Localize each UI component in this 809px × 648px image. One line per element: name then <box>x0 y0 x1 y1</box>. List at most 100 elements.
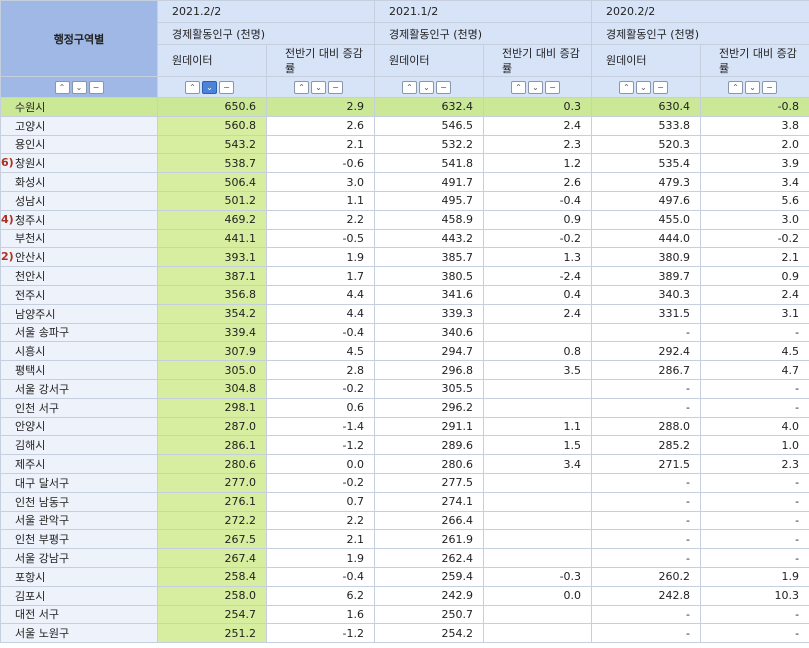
rate-value-cell: - <box>700 529 809 550</box>
table-row[interactable]: 인천 남동구 276.1 0.7 274.1 - - <box>0 491 809 512</box>
sort-down-icon[interactable]: ⌄ <box>311 80 326 94</box>
sort-down-icon[interactable]: ⌄ <box>636 80 652 94</box>
raw-value-cell: 546.5 <box>374 115 485 136</box>
sort-up-icon[interactable]: ⌃ <box>185 80 200 94</box>
table-row[interactable]: 2) 안산시 393.1 1.9 385.7 1.3 380.9 2.1 <box>0 247 809 268</box>
sort-up-icon[interactable]: ⌃ <box>728 80 744 94</box>
table-row[interactable]: 시흥시 307.9 4.5 294.7 0.8 292.4 4.5 <box>0 341 809 362</box>
region-name-cell: 2) 안산시 <box>0 247 158 268</box>
raw-value-cell: - <box>591 548 702 568</box>
rate-value-cell: 5.6 <box>700 190 809 211</box>
rate-value-cell: -0.2 <box>483 228 593 249</box>
rate-col-header-2: 전반기 대비 증감률 <box>483 44 593 77</box>
sort-up-icon[interactable]: ⌃ <box>54 80 70 94</box>
raw-value-cell: 288.0 <box>591 416 702 437</box>
rate-col-header-3: 전반기 대비 증감률 <box>700 44 809 77</box>
remove-icon[interactable]: − <box>219 80 234 94</box>
rate-value-cell: 2.1 <box>265 134 376 155</box>
rate-value-cell: 3.1 <box>700 303 809 324</box>
col3-sort-controls: ⌃ ⌄ − <box>374 76 485 98</box>
table-row[interactable]: 서울 강서구 304.8 -0.2 305.5 - - <box>0 378 809 399</box>
table-row[interactable]: 6) 창원시 538.7 -0.6 541.8 1.2 535.4 3.9 <box>0 153 809 174</box>
table-row[interactable]: 남양주시 354.2 4.4 339.3 2.4 331.5 3.1 <box>0 303 809 324</box>
raw-value-cell: 650.6 <box>157 97 267 117</box>
raw-value-cell: 501.2 <box>157 190 267 211</box>
remove-icon[interactable]: − <box>436 80 452 94</box>
raw-value-cell: 307.9 <box>157 341 267 362</box>
table-row[interactable]: 고양시 560.8 2.6 546.5 2.4 533.8 3.8 <box>0 115 809 136</box>
table-row[interactable]: 인천 서구 298.1 0.6 296.2 - - <box>0 397 809 418</box>
raw-value-cell: - <box>591 322 702 343</box>
sort-down-icon[interactable]: ⌄ <box>202 80 217 94</box>
sort-up-icon[interactable]: ⌃ <box>511 80 527 94</box>
remove-icon[interactable]: − <box>762 80 778 94</box>
period-header-1: 2021.2/2 <box>156 0 376 23</box>
rate-value-cell: -0.4 <box>265 566 376 587</box>
raw-value-cell: 340.6 <box>374 322 485 343</box>
table-row[interactable]: 천안시 387.1 1.7 380.5 -2.4 389.7 0.9 <box>0 266 809 286</box>
table-row[interactable]: 포항시 258.4 -0.4 259.4 -0.3 260.2 1.9 <box>0 566 809 587</box>
rate-value-cell: 1.3 <box>483 247 593 268</box>
rate-value-cell: 0.0 <box>483 585 593 606</box>
remove-icon[interactable]: − <box>328 80 343 94</box>
remove-icon[interactable]: − <box>653 80 669 94</box>
table-row[interactable]: 수원시 650.6 2.9 632.4 0.3 630.4 -0.8 <box>0 97 809 117</box>
region-name-cell: 남양주시 <box>0 303 158 324</box>
rate-value-cell: 6.2 <box>265 585 376 606</box>
sort-up-icon[interactable]: ⌃ <box>402 80 418 94</box>
raw-value-cell: 479.3 <box>591 172 702 192</box>
sort-down-icon[interactable]: ⌄ <box>419 80 435 94</box>
rate-value-cell: 2.6 <box>265 115 376 136</box>
table-row[interactable]: 안양시 287.0 -1.4 291.1 1.1 288.0 4.0 <box>0 416 809 437</box>
sort-down-icon[interactable]: ⌄ <box>71 80 87 94</box>
remove-icon[interactable]: − <box>88 80 104 94</box>
col5-sort-controls: ⌃ ⌄ − <box>591 76 702 98</box>
table-row[interactable]: 인천 부평구 267.5 2.1 261.9 - - <box>0 529 809 550</box>
table-row[interactable]: 김해시 286.1 -1.2 289.6 1.5 285.2 1.0 <box>0 435 809 456</box>
rate-value-cell: 4.5 <box>265 341 376 362</box>
sort-down-icon[interactable]: ⌄ <box>528 80 544 94</box>
table-row[interactable]: 대구 달서구 277.0 -0.2 277.5 - - <box>0 472 809 493</box>
footnote-marker: 2) <box>1 250 14 264</box>
sort-up-icon[interactable]: ⌃ <box>294 80 309 94</box>
table-row[interactable]: 김포시 258.0 6.2 242.9 0.0 242.8 10.3 <box>0 585 809 606</box>
indicator-header-1: 경제활동인구 (천명) <box>156 22 376 45</box>
table-row[interactable]: 부천시 441.1 -0.5 443.2 -0.2 444.0 -0.2 <box>0 228 809 249</box>
table-row[interactable]: 서울 관악구 272.2 2.2 266.4 - - <box>0 510 809 531</box>
region-name: 고양시 <box>15 119 46 133</box>
remove-icon[interactable]: − <box>545 80 561 94</box>
rate-value-cell: 4.5 <box>700 341 809 362</box>
region-name-cell: 인천 부평구 <box>0 529 158 550</box>
col6-sort-controls: ⌃ ⌄ − <box>700 76 809 98</box>
table-row[interactable]: 전주시 356.8 4.4 341.6 0.4 340.3 2.4 <box>0 284 809 305</box>
table-row[interactable]: 평택시 305.0 2.8 296.8 3.5 286.7 4.7 <box>0 360 809 380</box>
table-row[interactable]: 용인시 543.2 2.1 532.2 2.3 520.3 2.0 <box>0 134 809 155</box>
rate-value-cell <box>483 548 593 568</box>
col2-sort-controls: ⌃ ⌄ − <box>265 76 376 98</box>
table-row[interactable]: 성남시 501.2 1.1 495.7 -0.4 497.6 5.6 <box>0 190 809 211</box>
raw-value-cell: - <box>591 472 702 493</box>
region-name-cell: 서울 강남구 <box>0 548 158 568</box>
rate-value-cell: 2.4 <box>483 115 593 136</box>
table-row[interactable]: 화성시 506.4 3.0 491.7 2.6 479.3 3.4 <box>0 172 809 192</box>
raw-value-cell: 506.4 <box>157 172 267 192</box>
region-name: 서울 관악구 <box>15 514 70 528</box>
raw-value-cell: 339.4 <box>157 322 267 343</box>
region-name: 전주시 <box>15 288 46 302</box>
raw-value-cell: 444.0 <box>591 228 702 249</box>
table-row[interactable]: 서울 송파구 339.4 -0.4 340.6 - - <box>0 322 809 343</box>
sort-up-icon[interactable]: ⌃ <box>619 80 635 94</box>
table-row[interactable]: 대전 서구 254.7 1.6 250.7 - - <box>0 604 809 625</box>
raw-value-cell: 286.1 <box>157 435 267 456</box>
rate-value-cell: 0.9 <box>483 209 593 230</box>
table-row[interactable]: 서울 강남구 267.4 1.9 262.4 - - <box>0 548 809 568</box>
table-row[interactable]: 서울 노원구 251.2 -1.2 254.2 - - <box>0 623 809 644</box>
raw-value-cell: 261.9 <box>374 529 485 550</box>
rate-value-cell: 1.9 <box>265 247 376 268</box>
sort-down-icon[interactable]: ⌄ <box>745 80 761 94</box>
raw-value-cell: 305.5 <box>374 378 485 399</box>
rate-value-cell: -0.4 <box>265 322 376 343</box>
region-name: 포항시 <box>15 570 46 584</box>
table-row[interactable]: 제주시 280.6 0.0 280.6 3.4 271.5 2.3 <box>0 454 809 474</box>
table-row[interactable]: 4) 청주시 469.2 2.2 458.9 0.9 455.0 3.0 <box>0 209 809 230</box>
